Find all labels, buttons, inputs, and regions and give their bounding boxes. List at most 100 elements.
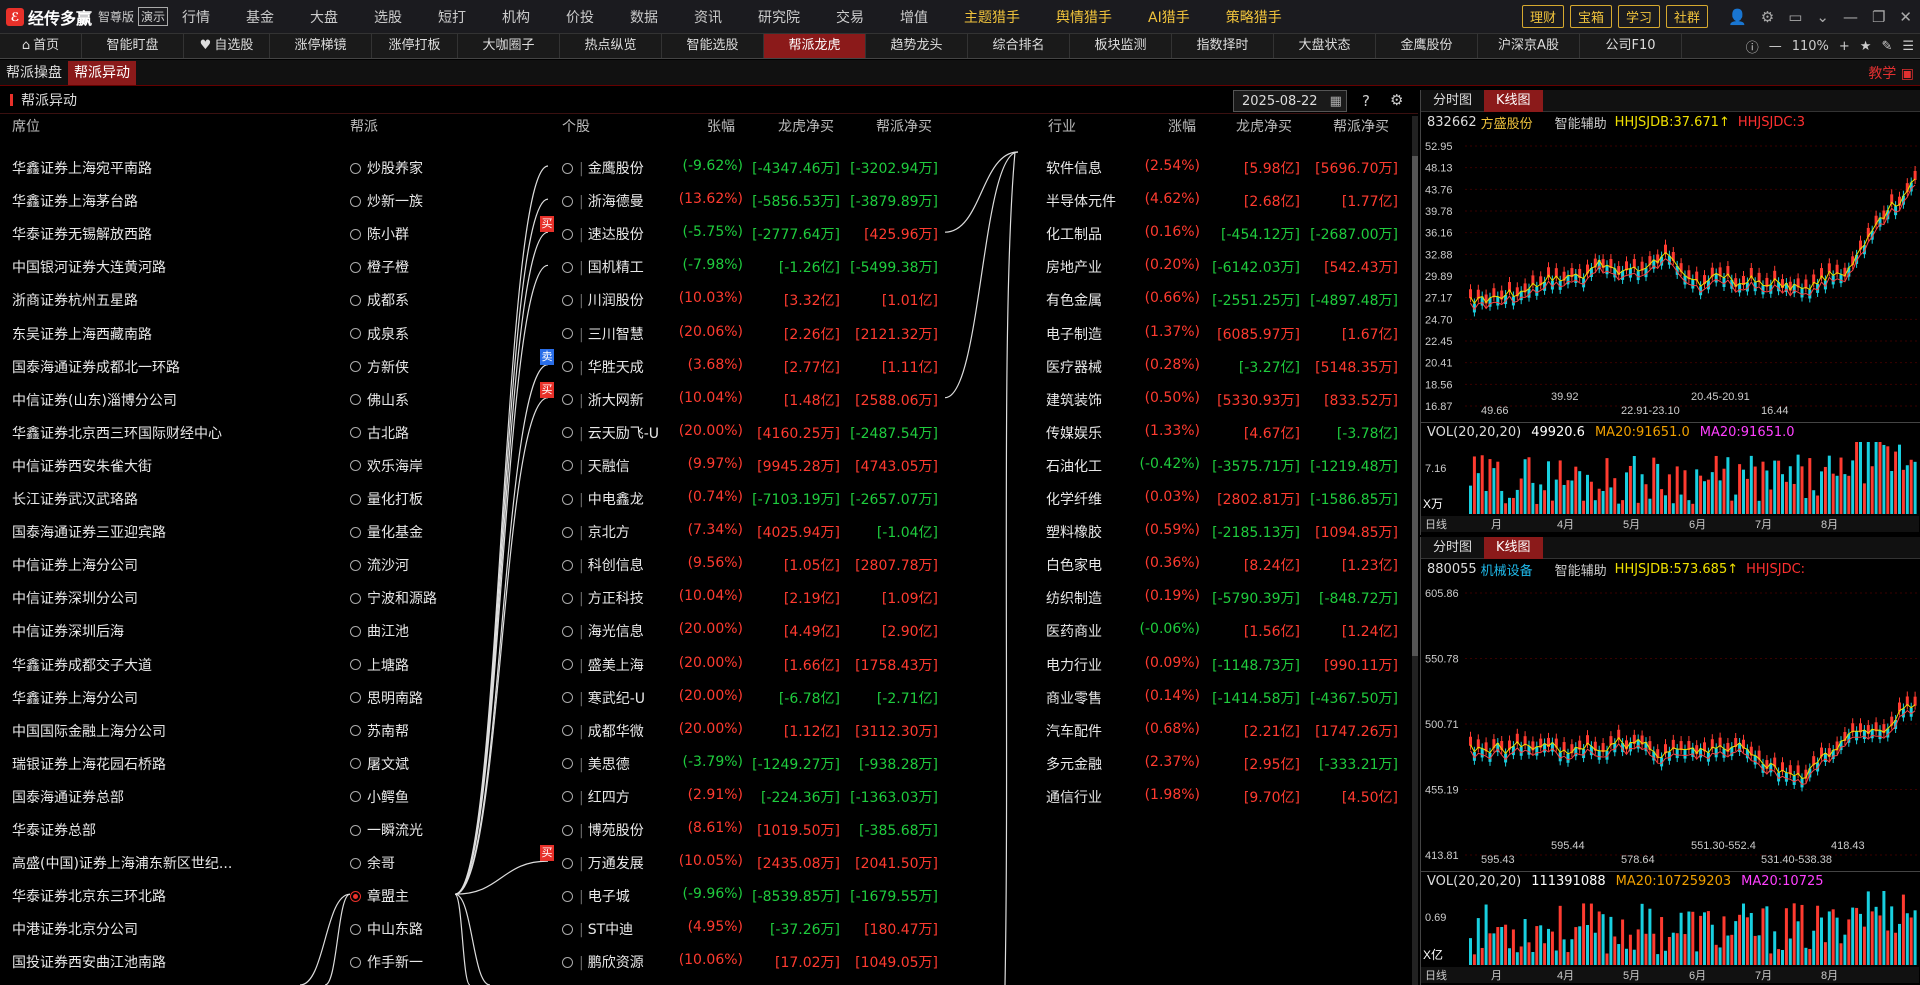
restore-icon[interactable]: ❐ — [1872, 8, 1885, 26]
gang-radio[interactable] — [350, 890, 361, 902]
industry-item[interactable]: 化工制品 — [1046, 224, 1102, 244]
menu-item-11[interactable]: 增值 — [900, 7, 928, 27]
gang-item[interactable]: 欢乐海岸 — [350, 456, 423, 476]
tab-9[interactable]: 趋势龙头 — [866, 34, 968, 58]
gang-item[interactable]: 量化打板 — [350, 489, 423, 509]
stock-radio[interactable] — [562, 195, 573, 207]
gang-item[interactable]: 中山东路 — [350, 919, 423, 939]
seat-item[interactable]: 华鑫证券上海分公司 — [12, 688, 138, 708]
stock-item[interactable]: | 盛美上海 — [562, 655, 644, 675]
stock-radio[interactable] — [562, 791, 573, 803]
gear-icon[interactable]: ⚙ — [1761, 8, 1774, 26]
stock-item[interactable]: | 博苑股份 — [562, 820, 644, 840]
stock-radio[interactable] — [562, 361, 573, 373]
seat-item[interactable]: 中信证券深圳后海 — [12, 621, 124, 641]
chart1-tab-fenshi[interactable]: 分时图 — [1421, 90, 1484, 112]
gang-radio[interactable] — [350, 162, 361, 174]
chart2-tab-fenshi[interactable]: 分时图 — [1421, 537, 1484, 559]
stock-item[interactable]: | 中电鑫龙 — [562, 489, 644, 509]
gang-item[interactable]: 一瞬流光 — [350, 820, 423, 840]
seat-item[interactable]: 中国国际金融上海分公司 — [12, 721, 166, 741]
tab-7[interactable]: 智能选股 — [662, 34, 764, 58]
tab-15[interactable]: 沪深京A股 — [1478, 34, 1580, 58]
stock-item[interactable]: | 国机精工 — [562, 257, 644, 277]
gang-radio[interactable] — [350, 427, 361, 439]
gang-item[interactable]: 炒新一族 — [350, 191, 423, 211]
stock-radio[interactable] — [562, 890, 573, 902]
seat-item[interactable]: 华泰证券北京东三环北路 — [12, 886, 166, 906]
stock-item[interactable]: | 天融信 — [562, 456, 630, 476]
info-icon[interactable]: ⓘ — [1746, 37, 1759, 56]
menu-item-3[interactable]: 选股 — [374, 7, 402, 27]
seat-item[interactable]: 浙商证券杭州五星路 — [12, 290, 138, 310]
gang-radio[interactable] — [350, 857, 361, 869]
industry-item[interactable]: 石油化工 — [1046, 456, 1102, 476]
user-icon[interactable]: 👤 — [1728, 8, 1747, 26]
seat-item[interactable]: 国投证券西安曲江池南路 — [12, 952, 166, 972]
gang-radio[interactable] — [350, 261, 361, 273]
gang-radio[interactable] — [350, 625, 361, 637]
menu-hl-item-3[interactable]: 策略猎手 — [1226, 7, 1282, 27]
zoom-out-icon[interactable]: — — [1769, 39, 1782, 54]
stock-item[interactable]: | 川润股份 — [562, 290, 644, 310]
stock-radio[interactable] — [562, 261, 573, 273]
tab-3[interactable]: 涨停梯镜 — [270, 34, 372, 58]
tab-2[interactable]: ♥ 自选股 — [184, 34, 270, 58]
gang-item[interactable]: 橙子橙 — [350, 257, 409, 277]
seat-item[interactable]: 华鑫证券上海茅台路 — [12, 191, 138, 211]
gang-item[interactable]: 量化基金 — [350, 522, 423, 542]
stock-item[interactable]: | 电子城 — [562, 886, 630, 906]
gang-item[interactable]: 炒股养家 — [350, 158, 423, 178]
industry-item[interactable]: 医药商业 — [1046, 621, 1102, 641]
top-button-shequn[interactable]: 社群 — [1666, 5, 1709, 28]
stock-radio[interactable] — [562, 956, 573, 968]
gang-radio[interactable] — [350, 526, 361, 538]
chart1-kline[interactable]: 52.95 48.13 43.76 39.78 36.16 32.88 29.89 27.17… — [1421, 132, 1919, 422]
gang-radio[interactable] — [350, 228, 361, 240]
menu-item-6[interactable]: 价投 — [566, 7, 594, 27]
gang-radio[interactable] — [350, 294, 361, 306]
tab-13[interactable]: 大盘状态 — [1274, 34, 1376, 58]
gang-item[interactable]: 成都系 — [350, 290, 409, 310]
window-icon[interactable]: ▭ — [1788, 8, 1802, 26]
stock-radio[interactable] — [562, 526, 573, 538]
stock-radio[interactable] — [562, 692, 573, 704]
industry-item[interactable]: 半导体元件 — [1046, 191, 1116, 211]
stock-item[interactable]: | 京北方 — [562, 522, 630, 542]
industry-item[interactable]: 房地产业 — [1046, 257, 1102, 277]
gang-item[interactable]: 作手新一 — [350, 952, 423, 972]
stock-radio[interactable] — [562, 824, 573, 836]
chart2-volume[interactable]: 0.69 X亿日线 月 4月 5月 6月 7月 8月 — [1421, 891, 1919, 983]
gang-radio[interactable] — [350, 725, 361, 737]
gang-item[interactable]: 流沙河 — [350, 555, 409, 575]
stock-item[interactable]: | 美思德 — [562, 754, 630, 774]
industry-item[interactable]: 医疗器械 — [1046, 357, 1102, 377]
vertical-scrollbar[interactable] — [1412, 116, 1418, 985]
stock-radio[interactable] — [562, 923, 573, 935]
star-icon[interactable]: ★ — [1860, 39, 1872, 54]
tab-6[interactable]: 热点纵览 — [560, 34, 662, 58]
gang-item[interactable]: 思明南路 — [350, 688, 423, 708]
gang-radio[interactable] — [350, 923, 361, 935]
stock-item[interactable]: | 鹏欣资源 — [562, 952, 644, 972]
settings-icon[interactable]: ⚙ — [1390, 91, 1403, 109]
stock-radio[interactable] — [562, 328, 573, 339]
stock-item[interactable]: | 浙大网新 — [562, 390, 644, 410]
gang-radio[interactable] — [350, 956, 361, 968]
seat-item[interactable]: 中信证券上海分公司 — [12, 555, 138, 575]
gang-item[interactable]: 曲江池 — [350, 621, 409, 641]
menu-item-5[interactable]: 机构 — [502, 7, 530, 27]
menu-hl-item-0[interactable]: 主题猎手 — [964, 7, 1020, 27]
gang-item[interactable]: 屠文斌 — [350, 754, 409, 774]
chart2-tab-kline[interactable]: K线图 — [1484, 536, 1543, 559]
tab-10[interactable]: 综合排名 — [968, 34, 1070, 58]
stock-radio[interactable] — [562, 228, 573, 240]
stock-radio[interactable] — [562, 394, 573, 406]
industry-item[interactable]: 化学纤维 — [1046, 489, 1102, 509]
gang-radio[interactable] — [350, 328, 361, 339]
gang-item[interactable]: 宁波和源路 — [350, 588, 437, 608]
seat-item[interactable]: 国泰海通证券总部 — [12, 787, 124, 807]
tab-12[interactable]: 指数择时 — [1172, 34, 1274, 58]
chart1-assist[interactable]: 智能辅助 — [1555, 113, 1607, 132]
seat-item[interactable]: 高盛(中国)证券上海浦东新区世纪... — [12, 853, 232, 873]
